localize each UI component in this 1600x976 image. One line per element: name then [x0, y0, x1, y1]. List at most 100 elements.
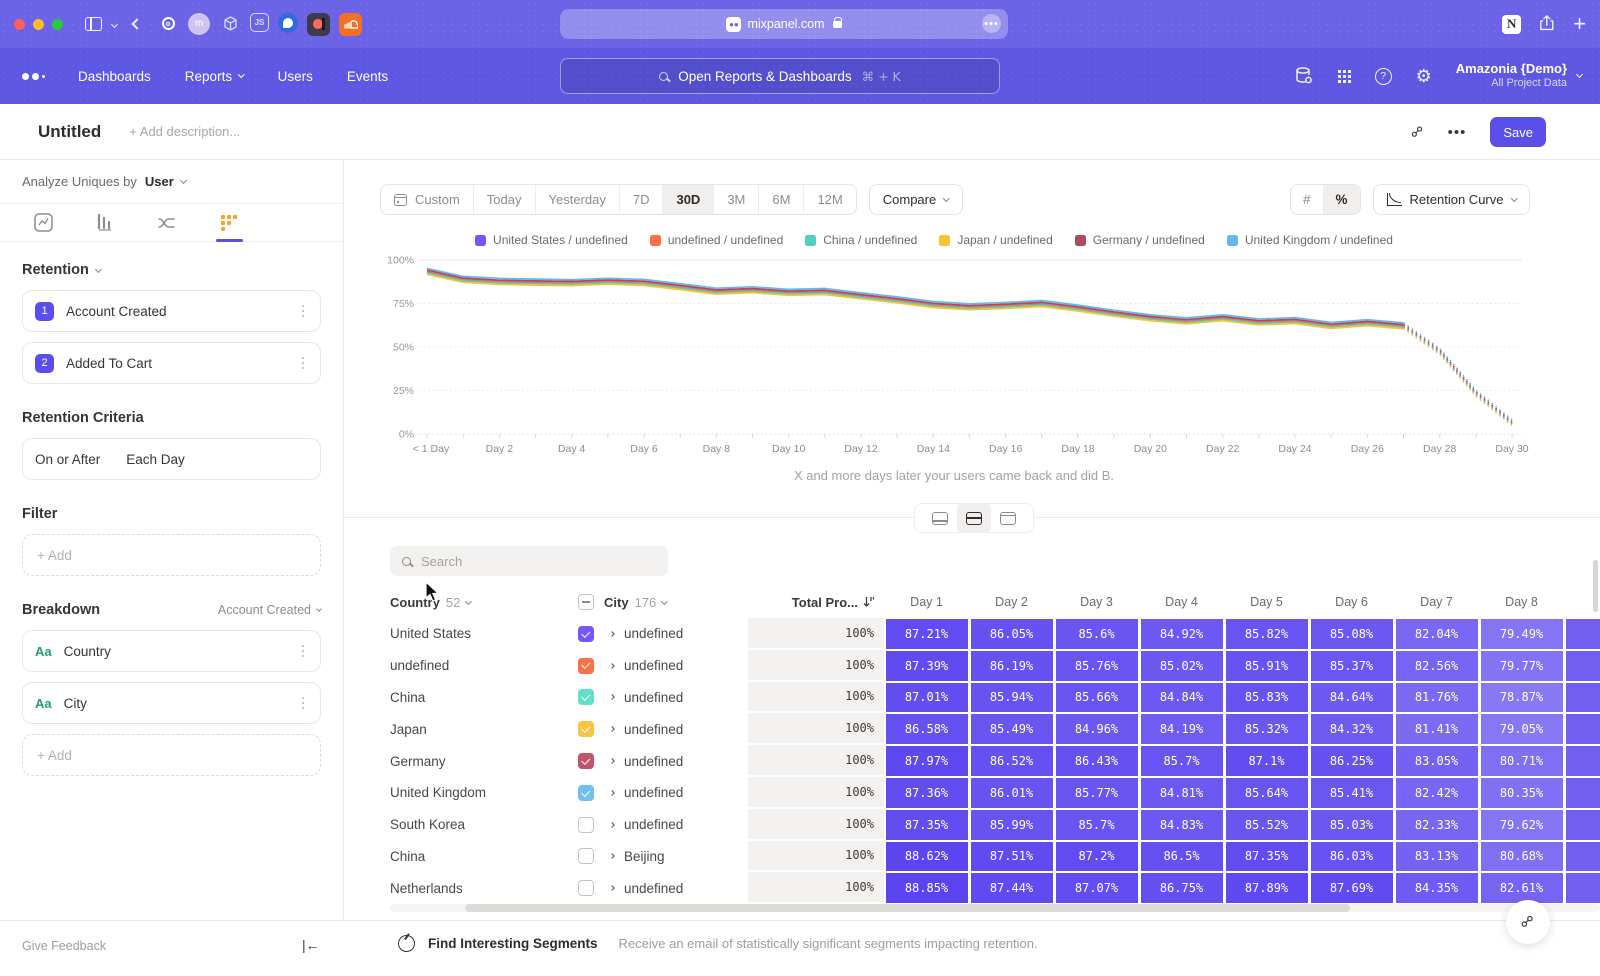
date-range-30d[interactable]: 30D	[663, 185, 714, 214]
retention-value-cell[interactable]: 80.68%	[1479, 841, 1564, 873]
row-checkbox[interactable]	[578, 880, 594, 896]
soundcloud-extension-icon[interactable]	[339, 13, 362, 36]
back-icon[interactable]	[133, 20, 141, 28]
url-bar[interactable]: ●● mixpanel.com •••	[560, 9, 1008, 39]
tab-flows[interactable]	[157, 204, 177, 241]
expand-row-icon[interactable]	[609, 631, 615, 637]
analyze-uniques-row[interactable]: Analyze Uniques by User	[0, 160, 343, 204]
row-checkbox[interactable]	[578, 753, 594, 769]
retention-value-cell[interactable]: 78.87%	[1479, 682, 1564, 714]
retention-value-cell[interactable]: 84.96%	[1054, 713, 1139, 745]
retention-value-cell[interactable]: 85.7%	[1139, 745, 1224, 777]
breakdown-country[interactable]: AaCountry	[22, 630, 321, 672]
retention-value-cell[interactable]: 86.75%	[1139, 872, 1224, 904]
retention-value-cell[interactable]: 85.82%	[1224, 618, 1309, 650]
date-range-custom[interactable]: Custom	[381, 185, 474, 214]
duckduckgo-extension-icon[interactable]	[278, 13, 298, 33]
expand-row-icon[interactable]	[609, 695, 615, 701]
retention-step-1[interactable]: 1Account Created	[22, 290, 321, 332]
criteria-card[interactable]: On or After Each Day	[22, 438, 321, 480]
close-window-button[interactable]	[14, 19, 25, 30]
retention-value-cell[interactable]: 85.99%	[969, 809, 1054, 841]
retention-value-cell[interactable]: 87.2%	[1054, 841, 1139, 873]
retention-value-cell[interactable]: 84.19%	[1139, 713, 1224, 745]
retention-value-cell[interactable]: 86.5%	[1139, 841, 1224, 873]
tab-insights[interactable]	[34, 204, 53, 241]
percent-value-toggle[interactable]: %	[1324, 185, 1360, 214]
collapse-sidebar-icon[interactable]: |←	[302, 937, 320, 953]
row-checkbox[interactable]	[578, 626, 594, 642]
retention-value-cell[interactable]: 79.05%	[1479, 713, 1564, 745]
retention-value-cell[interactable]: 87.35%	[884, 809, 969, 841]
notion-pin-icon[interactable]: N	[1502, 15, 1521, 34]
retention-value-cell[interactable]: 87.51%	[969, 841, 1054, 873]
data-management-icon[interactable]	[1294, 66, 1314, 86]
nav-item-dashboards[interactable]: Dashboards	[78, 69, 151, 84]
row-checkbox[interactable]	[578, 817, 594, 833]
settings-gear-icon[interactable]: ⚙	[1416, 66, 1432, 87]
more-options-icon[interactable]: •••	[1448, 124, 1467, 141]
retention-value-cell[interactable]: 85.94%	[969, 682, 1054, 714]
kebab-menu-icon[interactable]	[298, 693, 309, 714]
nav-item-users[interactable]: Users	[278, 69, 313, 84]
retention-value-cell[interactable]: 84.84%	[1139, 682, 1224, 714]
expand-row-icon[interactable]	[609, 885, 615, 891]
retention-value-cell[interactable]: 79.62%	[1479, 809, 1564, 841]
legend-item[interactable]: China / undefined	[805, 233, 917, 247]
expand-row-icon[interactable]	[609, 758, 615, 764]
city-column-header[interactable]: City176	[578, 594, 748, 610]
zoom-window-button[interactable]	[52, 19, 63, 30]
retention-value-cell[interactable]: 85.76%	[1054, 650, 1139, 682]
retention-value-cell[interactable]: 88.85%	[884, 872, 969, 904]
kebab-menu-icon[interactable]	[298, 301, 309, 322]
retention-value-cell[interactable]: 85.49%	[969, 713, 1054, 745]
retention-value-cell[interactable]: 87.97%	[884, 745, 969, 777]
legend-item[interactable]: Japan / undefined	[939, 233, 1052, 247]
kebab-menu-icon[interactable]	[298, 353, 309, 374]
retention-value-cell[interactable]: 79.77%	[1479, 650, 1564, 682]
vertical-scrollbar[interactable]	[1593, 560, 1598, 612]
expand-row-icon[interactable]	[609, 726, 615, 732]
retention-value-cell[interactable]: 87.01%	[884, 682, 969, 714]
retention-value-cell[interactable]: 81.76%	[1394, 682, 1479, 714]
retention-value-cell[interactable]: 87.89%	[1224, 872, 1309, 904]
retention-value-cell[interactable]: 85.7%	[1054, 809, 1139, 841]
retention-value-cell[interactable]: 83.13%	[1394, 841, 1479, 873]
retention-chart[interactable]: 0%25%50%75%100%< 1 DayDay 2Day 4Day 6Day…	[384, 252, 1556, 458]
package-extension-icon[interactable]	[219, 13, 241, 35]
find-segments[interactable]: Find Interesting Segments Receive an ema…	[390, 935, 1038, 952]
day-column-header[interactable]: Day 6	[1309, 595, 1394, 609]
retention-value-cell[interactable]: 84.32%	[1309, 713, 1394, 745]
chart-type-select[interactable]: Retention Curve	[1373, 184, 1530, 215]
tab-funnels[interactable]	[96, 204, 114, 241]
layout-chart-icon[interactable]	[923, 503, 957, 533]
apps-grid-icon[interactable]	[1338, 75, 1351, 78]
date-range-today[interactable]: Today	[474, 185, 536, 214]
retention-value-cell[interactable]: 81.41%	[1394, 713, 1479, 745]
analyze-value[interactable]: User	[145, 174, 174, 189]
retention-value-cell[interactable]: 82.33%	[1394, 809, 1479, 841]
add-breakdown-button[interactable]: + Add	[22, 734, 321, 776]
legend-item[interactable]: Germany / undefined	[1075, 233, 1205, 247]
retention-value-cell[interactable]: 87.36%	[884, 777, 969, 809]
retention-value-cell[interactable]: 82.56%	[1394, 650, 1479, 682]
global-search[interactable]: Open Reports & Dashboards ⌘ + K	[560, 58, 1000, 94]
row-checkbox[interactable]	[578, 848, 594, 864]
retention-value-cell[interactable]: 86.01%	[969, 777, 1054, 809]
chevron-down-icon[interactable]	[112, 22, 117, 27]
find-segments-title[interactable]: Find Interesting Segments	[428, 936, 598, 951]
day-column-header[interactable]: Day 8	[1479, 595, 1564, 609]
date-range-12m[interactable]: 12M	[804, 185, 855, 214]
absolute-value-toggle[interactable]: #	[1291, 185, 1324, 214]
retention-value-cell[interactable]: 86.43%	[1054, 745, 1139, 777]
kebab-menu-icon[interactable]	[298, 641, 309, 662]
url-more-icon[interactable]: •••	[982, 14, 1001, 33]
retention-value-cell[interactable]: 84.92%	[1139, 618, 1224, 650]
date-range-yesterday[interactable]: Yesterday	[536, 185, 620, 214]
share-icon[interactable]	[1539, 15, 1555, 33]
retention-value-cell[interactable]: 87.39%	[884, 650, 969, 682]
retention-value-cell[interactable]: 86.05%	[969, 618, 1054, 650]
retention-value-cell[interactable]: 85.41%	[1309, 777, 1394, 809]
retention-value-cell[interactable]: 85.37%	[1309, 650, 1394, 682]
retention-value-cell[interactable]: 85.66%	[1054, 682, 1139, 714]
